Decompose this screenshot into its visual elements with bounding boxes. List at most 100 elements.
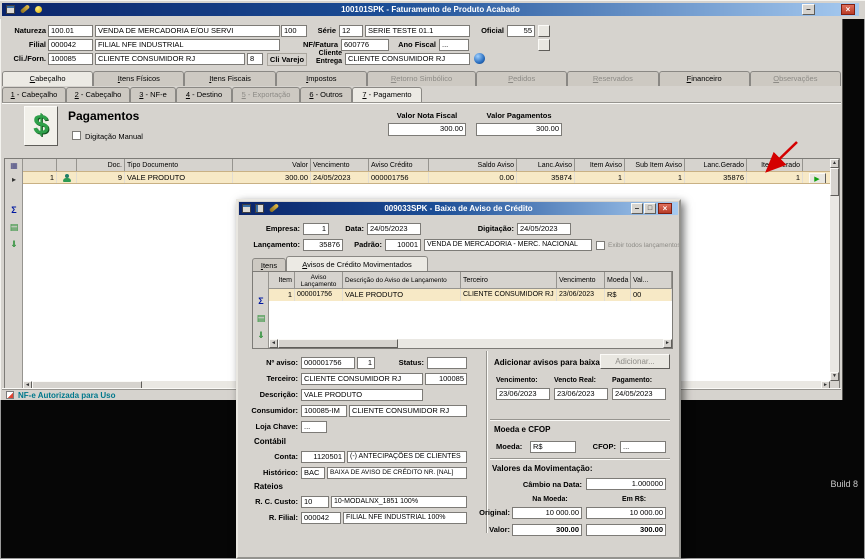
lancamento-field[interactable]: 35876	[303, 239, 343, 251]
grid-vscrollbar[interactable]: ▲ ▼	[830, 159, 839, 381]
subtab-4-destino[interactable]: 4 - Destino	[176, 87, 232, 102]
cli-forn-desc-field[interactable]: CLIENTE CONSUMIDOR RJ	[95, 53, 245, 65]
download-icon[interactable]: ⇓	[5, 239, 23, 250]
dgrid-header-valor[interactable]: Val...	[631, 272, 672, 289]
scroll-right-icon[interactable]: ►	[821, 381, 830, 390]
dgrid-header-item[interactable]: Item	[269, 272, 295, 289]
dialog-tab-itens[interactable]: Itens	[252, 258, 286, 271]
filial-code-field[interactable]: 000042	[48, 39, 93, 51]
dialog-grid-row[interactable]: 1 000001756 VALE PRODUTO CLIENTE CONSUMI…	[269, 289, 672, 301]
browse-button-top[interactable]	[538, 25, 550, 37]
cli-forn-code-field[interactable]: 100085	[48, 53, 93, 65]
rcc-code-field[interactable]: 10	[301, 496, 329, 508]
exibir-checkbox[interactable]	[596, 241, 605, 250]
vscroll-thumb[interactable]	[830, 168, 839, 196]
descricao-field[interactable]: VALE PRODUTO	[301, 389, 423, 401]
dialog-close-button[interactable]: ×	[658, 203, 672, 214]
tab-itens-fisicos[interactable]: Itens Físicos	[93, 71, 184, 86]
subtab-2-cabecalho[interactable]: 2 - Cabeçalho	[66, 87, 130, 102]
cfop-field[interactable]: ...	[620, 441, 666, 453]
dgrid-header-vencimento[interactable]: Vencimento	[557, 272, 605, 289]
hscroll-thumb[interactable]	[32, 381, 142, 390]
natureza-extra-field[interactable]: 100	[281, 25, 307, 37]
dscroll-right-icon[interactable]: ►	[663, 339, 672, 348]
tab-financeiro[interactable]: Financeiro	[659, 71, 750, 86]
grid-icon[interactable]: ▦	[5, 161, 23, 170]
dialog-sum-icon[interactable]: Σ	[253, 296, 269, 306]
valor-pagamentos-field[interactable]: 300.00	[476, 123, 562, 136]
padrao-code-field[interactable]: 10001	[385, 239, 421, 251]
serie-code-field[interactable]: 12	[339, 25, 363, 37]
nf-fatura-field[interactable]: 600776	[341, 39, 389, 51]
subtab-6-outros[interactable]: 6 - Outros	[300, 87, 352, 102]
loja-chave-field[interactable]: ...	[301, 421, 327, 433]
dgrid-header-terceiro[interactable]: Terceiro	[461, 272, 557, 289]
oficial-field[interactable]: 55	[507, 25, 535, 37]
historico-code-field[interactable]: BAC	[301, 467, 325, 479]
tab-cabecalho[interactable]: Cabeçalho	[2, 71, 93, 86]
ano-fiscal-field[interactable]: ...	[439, 39, 469, 51]
digitacao-field[interactable]: 24/05/2023	[517, 223, 571, 235]
dialog-sheet-icon[interactable]: ▤	[253, 313, 269, 324]
export-sheet-icon[interactable]: ▤	[5, 222, 23, 233]
subtab-7-pagamento[interactable]: 7 - Pagamento	[352, 87, 422, 102]
cli-forn-extra-field[interactable]: 8	[247, 53, 263, 65]
venc-field[interactable]: 23/06/2023	[496, 388, 550, 400]
dialog-grid-hscrollbar[interactable]: ◄ ►	[269, 339, 672, 348]
dhscroll-thumb[interactable]	[278, 339, 398, 348]
natureza-code-field[interactable]: 100.01	[48, 25, 93, 37]
dialog-maximize-button[interactable]: □	[644, 203, 656, 214]
digitacao-manual-checkbox[interactable]	[72, 131, 81, 140]
filial-desc-field[interactable]: FILIAL NFE INDUSTRIAL	[95, 39, 280, 51]
tab-impostos[interactable]: Impostos	[276, 71, 367, 86]
minimize-button[interactable]: –	[802, 4, 815, 15]
padrao-desc-field[interactable]: VENDA DE MERCADORIA - MERC. NACIONAL	[424, 239, 592, 251]
consumidor-code-field[interactable]: 100085-IM	[301, 405, 347, 417]
adicionar-button[interactable]: Adicionar...	[600, 354, 670, 369]
moeda-field[interactable]: R$	[530, 441, 576, 453]
cliente-entrega-field[interactable]: CLIENTE CONSUMIDOR RJ	[345, 53, 470, 65]
dialog-minimize-button[interactable]: –	[631, 203, 643, 214]
subtab-3-nfe[interactable]: 3 - NF-e	[130, 87, 176, 102]
historico-desc-field[interactable]: BAIXA DE AVISO DE CRÉDITO NR. [NAL]	[327, 467, 467, 479]
serie-desc-field[interactable]: SERIE TESTE 01.1	[365, 25, 470, 37]
terceiro-field[interactable]: CLIENTE CONSUMIDOR RJ	[301, 373, 423, 385]
process-play-button[interactable]: ▶	[809, 173, 826, 183]
globe-icon[interactable]	[474, 53, 485, 64]
rfilial-desc-field[interactable]: FILIAL NFE INDUSTRIAL 100%	[343, 512, 467, 524]
sum-icon[interactable]: Σ	[5, 205, 23, 215]
scroll-left-icon[interactable]: ◄	[23, 381, 32, 390]
rcc-desc-field[interactable]: 10-MODALNX_1851 100%	[331, 496, 467, 508]
browse-button-bottom[interactable]	[538, 39, 550, 51]
pagamento-field[interactable]: 24/05/2023	[612, 388, 666, 400]
dscroll-left-icon[interactable]: ◄	[269, 339, 278, 348]
consumidor-desc-field[interactable]: CLIENTE CONSUMIDOR RJ	[349, 405, 467, 417]
dgrid-header-descricao[interactable]: Descrição do Aviso de Lançamento	[343, 272, 461, 289]
valor-em-reais-field[interactable]: 300.00	[586, 524, 666, 536]
dgrid-header-aviso[interactable]: Aviso Lançamento	[295, 272, 343, 289]
cambio-field[interactable]: 1.000000	[586, 478, 666, 490]
naviso-field[interactable]: 000001756	[301, 357, 355, 369]
naviso-item-field[interactable]: 1	[357, 357, 375, 369]
scroll-down-icon[interactable]: ▼	[830, 372, 839, 381]
scroll-up-icon[interactable]: ▲	[830, 159, 839, 168]
valor-na-moeda-field[interactable]: 300.00	[512, 524, 582, 536]
conta-field[interactable]: 1120501	[301, 451, 345, 463]
original-em-reais-field[interactable]: 10 000.00	[586, 507, 666, 519]
close-button[interactable]: ×	[841, 4, 855, 15]
natureza-desc-field[interactable]: VENDA DE MERCADORIA E/OU SERVI	[95, 25, 280, 37]
dialog-tab-avisos[interactable]: Avisos de Crédito Movimentados	[286, 256, 428, 271]
subtab-1-cabecalho[interactable]: 1 - Cabeçalho	[2, 87, 66, 102]
status-field[interactable]	[427, 357, 467, 369]
empresa-field[interactable]: 1	[303, 223, 329, 235]
conta-desc-field[interactable]: (-) ANTECIPAÇÕES DE CLIENTES	[347, 451, 467, 463]
dgrid-header-moeda[interactable]: Moeda	[605, 272, 631, 289]
terceiro-code-field[interactable]: 100085	[425, 373, 467, 385]
tab-itens-fiscais[interactable]: Itens Fiscais	[184, 71, 275, 86]
valor-nota-field[interactable]: 300.00	[388, 123, 466, 136]
rfilial-code-field[interactable]: 000042	[301, 512, 341, 524]
original-na-moeda-field[interactable]: 10 000.00	[512, 507, 582, 519]
grid-row[interactable]: 1 9 VALE PRODUTO 300.00 24/05/2023 00000…	[23, 171, 832, 184]
data-field[interactable]: 24/05/2023	[367, 223, 421, 235]
dialog-download-icon[interactable]: ⇓	[253, 330, 269, 341]
